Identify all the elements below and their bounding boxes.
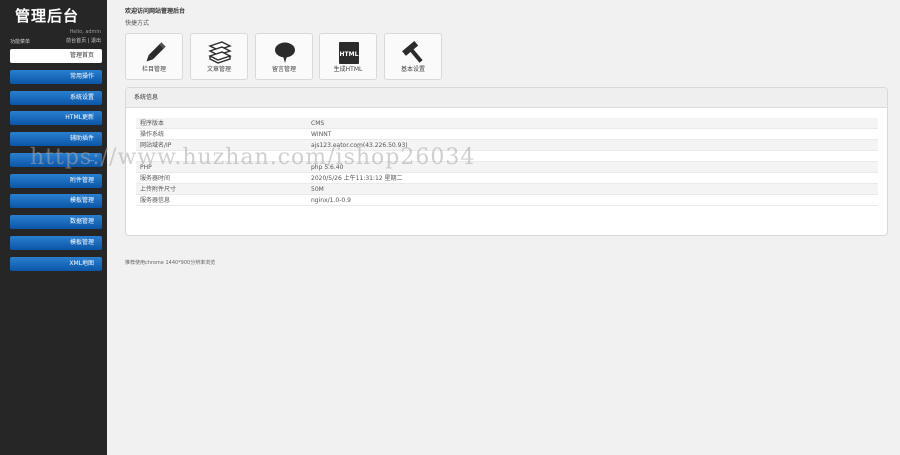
sidebar-item-html-update[interactable]: HTML更新 — [10, 111, 102, 125]
info-value: CMS — [311, 120, 325, 127]
sidebar: 管理后台 Hello, admin 功能菜单 前台首页 | 退出 管理首页 常用… — [0, 0, 107, 455]
documents-icon — [208, 41, 232, 64]
table-row — [136, 151, 878, 162]
info-value: 2020/5/26 上午11:31:12 星期二 — [311, 175, 403, 182]
tile-article-manage[interactable]: 文章管理 — [190, 33, 248, 80]
tile-label: 文章管理 — [206, 66, 231, 73]
info-value: nginx/1.0-0.9 — [311, 197, 351, 204]
info-key: 服务器时间 — [140, 175, 171, 182]
table-row: 操作系统 WINNT — [136, 129, 878, 140]
sidebar-item-templates[interactable]: 模板管理 — [10, 194, 102, 208]
speech-bubble-icon — [275, 42, 295, 63]
table-row: 程序版本 CMS — [136, 118, 878, 129]
tile-column-manage[interactable]: 栏目管理 — [125, 33, 183, 80]
tile-basic-settings[interactable]: 基本设置 — [384, 33, 442, 80]
info-key: 上传附件尺寸 — [140, 186, 177, 193]
panel-title: 系统信息 — [126, 88, 887, 108]
info-key: PHP — [140, 164, 152, 171]
sidebar-item-hidden[interactable]: ... — [10, 153, 102, 167]
sidebar-item-data[interactable]: 数据管理 — [10, 215, 102, 229]
system-info-panel: 系统信息 程序版本 CMS 操作系统 WINNT 网站域名/IP ajs123.eat… — [125, 87, 888, 236]
info-key: 操作系统 — [140, 131, 165, 138]
browser-recommendation: 推荐使用chrome 1440*900分辨率浏览 — [125, 260, 216, 266]
table-row: 服务器信息 nginx/1.0-0.9 — [136, 195, 878, 206]
site-logo: 管理后台 — [15, 7, 80, 25]
main-content: 欢迎访问网站管理后台 快捷方式 栏目管理 文章管理 留言管理 HTML 生成HT… — [107, 0, 900, 455]
menu-title: 功能菜单 — [10, 39, 31, 45]
tile-label: 生成HTML — [333, 66, 363, 73]
table-row: 网站域名/IP ajs123.eator.com(43.226.50.93) — [136, 140, 878, 151]
info-value: php 5.6.40 — [311, 164, 344, 171]
tile-message-manage[interactable]: 留言管理 — [255, 33, 313, 80]
info-value: 50M — [311, 186, 324, 193]
pencil-icon — [146, 42, 166, 62]
sidebar-item-system-settings[interactable]: 系统设置 — [10, 91, 102, 105]
tile-label: 基本设置 — [400, 66, 425, 73]
link-separator: | — [87, 38, 90, 44]
hammer-icon — [402, 40, 423, 63]
logout-link[interactable]: 退出 — [91, 38, 101, 44]
sidebar-item-plugins[interactable]: 辅助插件 — [10, 132, 102, 146]
top-links: 前台首页 | 退出 — [66, 37, 101, 44]
table-row: PHP php 5.6.40 — [136, 162, 878, 173]
shortcut-title: 快捷方式 — [125, 20, 150, 27]
sidebar-item-xml-map[interactable]: XML地图 — [10, 257, 102, 271]
info-key: 程序版本 — [140, 120, 165, 127]
html-file-icon: HTML — [339, 42, 359, 64]
greeting-text: Hello, admin — [69, 29, 101, 35]
tile-label: 栏目管理 — [141, 66, 166, 73]
sidebar-item-attachments[interactable]: 附件管理 — [10, 174, 102, 188]
sidebar-item-common-ops[interactable]: 常用操作 — [10, 70, 102, 84]
info-value: ajs123.eator.com(43.226.50.93) — [311, 142, 408, 149]
sidebar-item-templates-2[interactable]: 模板管理 — [10, 236, 102, 250]
welcome-title: 欢迎访问网站管理后台 — [125, 8, 186, 15]
info-value: WINNT — [311, 131, 332, 138]
info-key: 网站域名/IP — [140, 142, 172, 149]
info-key: 服务器信息 — [140, 197, 171, 204]
system-info-table: 程序版本 CMS 操作系统 WINNT 网站域名/IP ajs123.eator.co… — [136, 118, 878, 206]
svg-text:HTML: HTML — [340, 51, 359, 58]
frontend-home-link[interactable]: 前台首页 — [66, 38, 86, 44]
table-row: 上传附件尺寸 50M — [136, 184, 878, 195]
sidebar-item-admin-home[interactable]: 管理首页 — [10, 49, 102, 63]
table-row: 服务器时间 2020/5/26 上午11:31:12 星期二 — [136, 173, 878, 184]
tile-generate-html[interactable]: HTML 生成HTML — [319, 33, 377, 80]
tile-label: 留言管理 — [271, 66, 296, 73]
